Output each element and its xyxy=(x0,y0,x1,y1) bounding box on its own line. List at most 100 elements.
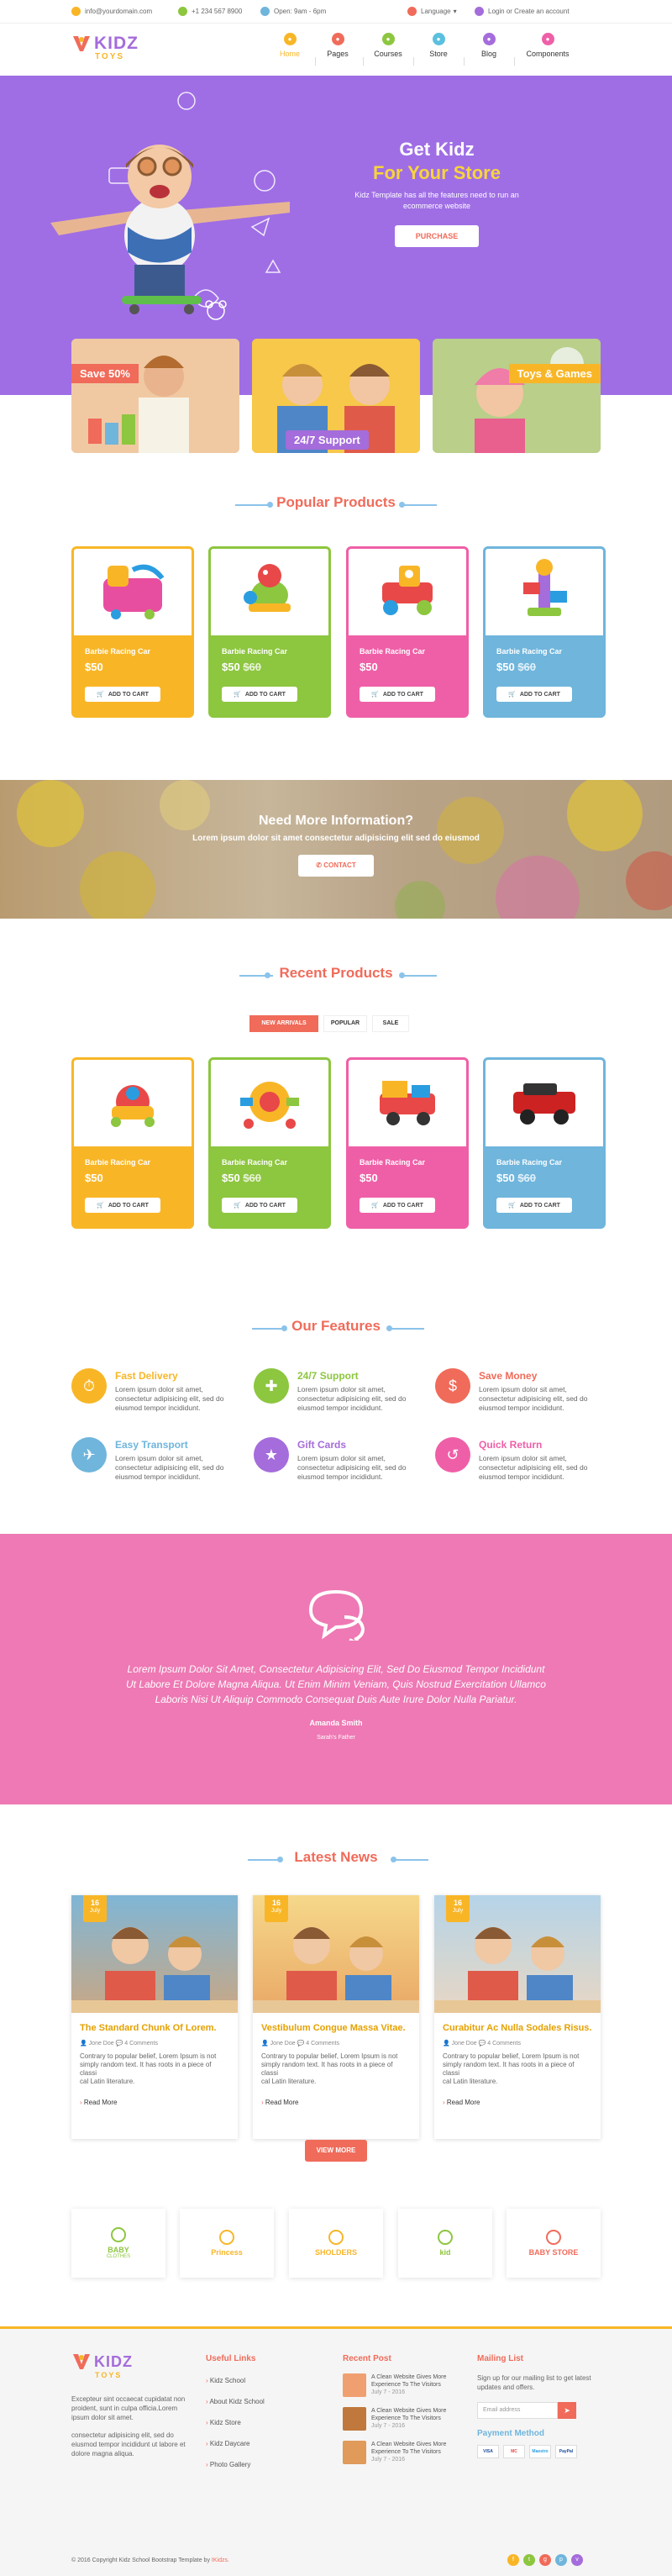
facebook-icon[interactable]: f xyxy=(507,2554,519,2566)
footer-link[interactable]: › Kidz Store xyxy=(206,2419,265,2426)
toy-illustration xyxy=(513,1083,575,1125)
product-card[interactable]: Barbie Racing Car $50 🛒 ADD TO CART xyxy=(346,1057,469,1229)
add-to-cart-button[interactable]: 🛒 ADD TO CART xyxy=(85,687,160,702)
feature-desc: Lorem ipsum dolor sit amet, consectetur a… xyxy=(479,1385,588,1412)
support-tag: 24/7 Support xyxy=(286,430,369,450)
add-to-cart-button[interactable]: 🛒 ADD TO CART xyxy=(496,1198,572,1213)
logo[interactable]: KIDZ TOYS xyxy=(71,34,139,61)
footer-link[interactable]: › About Kidz School xyxy=(206,2398,265,2405)
product-name[interactable]: Barbie Racing Car xyxy=(496,1158,592,1167)
product-image[interactable] xyxy=(349,1060,466,1146)
nav-blog[interactable]: ● Blog xyxy=(463,33,515,58)
read-more-link[interactable]: › Read More xyxy=(434,2099,601,2106)
contact-button[interactable]: ✆ CONTACT xyxy=(298,855,374,877)
twitter-icon[interactable]: t xyxy=(523,2554,535,2566)
purchase-button[interactable]: PURCHASE xyxy=(395,225,479,247)
nav-home[interactable]: ● Home xyxy=(264,33,316,58)
product-name[interactable]: Barbie Racing Car xyxy=(496,647,592,656)
email-input[interactable]: Email address xyxy=(477,2402,558,2419)
brand-logo[interactable]: SHOLDERS xyxy=(289,2209,383,2278)
product-name[interactable]: Barbie Racing Car xyxy=(85,647,181,656)
footer-link[interactable]: › Kidz Daycare xyxy=(206,2440,265,2447)
brand-logo[interactable]: BABY CLOTHES xyxy=(71,2209,165,2278)
vimeo-icon[interactable]: v xyxy=(571,2554,583,2566)
old-price: $60 xyxy=(517,661,537,673)
components-icon: ● xyxy=(541,33,554,45)
news-image[interactable]: 16 July xyxy=(434,1895,601,2013)
promo-save-card[interactable]: Save 50% xyxy=(71,339,239,453)
add-to-cart-button[interactable]: 🛒 ADD TO CART xyxy=(360,687,435,702)
product-image[interactable] xyxy=(74,1060,192,1146)
product-price: $50 xyxy=(360,661,378,673)
comment-icon: 💬 xyxy=(297,2041,307,2047)
feature-item: ✈ Easy Transport Lorem ipsum dolor sit ame… xyxy=(71,1437,233,1482)
blog-icon: ● xyxy=(482,33,496,45)
product-image[interactable] xyxy=(211,549,328,635)
recent-post[interactable]: A Clean Website Gives More Experience To … xyxy=(343,2441,469,2464)
feature-desc: Lorem ipsum dolor sit amet, consectetur a… xyxy=(297,1454,407,1481)
language-select[interactable]: Language ▾ xyxy=(407,7,457,16)
product-image[interactable] xyxy=(74,549,192,635)
product-name[interactable]: Barbie Racing Car xyxy=(85,1158,181,1167)
product-card[interactable]: Barbie Racing Car $50 $60 🛒 ADD TO CART xyxy=(483,1057,606,1229)
create-account-link[interactable]: Create an account xyxy=(514,8,569,15)
brand-logo[interactable]: kid xyxy=(398,2209,492,2278)
product-name[interactable]: Barbie Racing Car xyxy=(360,647,455,656)
news-image[interactable]: 16 July xyxy=(71,1895,238,2013)
footer-logo[interactable]: KIDZ TOYS xyxy=(71,2352,133,2379)
news-image[interactable]: 16 July xyxy=(253,1895,419,2013)
brand-link[interactable]: IKidzs. xyxy=(212,2558,229,2563)
promo-support-card[interactable]: 24/7 Support xyxy=(252,339,420,453)
brand-logo[interactable]: Princess xyxy=(180,2209,274,2278)
product-image[interactable] xyxy=(349,549,466,635)
product-name[interactable]: Barbie Racing Car xyxy=(360,1158,455,1167)
add-to-cart-button[interactable]: 🛒 ADD TO CART xyxy=(222,1198,297,1213)
product-image[interactable] xyxy=(486,549,603,635)
delivery-icon: ⏱ xyxy=(71,1368,107,1404)
product-image[interactable] xyxy=(211,1060,328,1146)
pinterest-icon[interactable]: p xyxy=(555,2554,567,2566)
add-to-cart-button[interactable]: 🛒 ADD TO CART xyxy=(360,1198,435,1213)
read-more-link[interactable]: › Read More xyxy=(71,2099,238,2106)
news-title[interactable]: Vestibulum Congue Massa Vitae. xyxy=(253,2023,419,2033)
product-name[interactable]: Barbie Racing Car xyxy=(222,1158,318,1167)
add-to-cart-button[interactable]: 🛒 ADD TO CART xyxy=(496,687,572,702)
old-price: $60 xyxy=(243,661,262,673)
news-title[interactable]: Curabitur Ac Nulla Sodales Risus. xyxy=(434,2023,601,2033)
product-card[interactable]: Barbie Racing Car $50 🛒 ADD TO CART xyxy=(71,1057,194,1229)
product-card[interactable]: Barbie Racing Car $50 🛒 ADD TO CART xyxy=(71,546,194,718)
product-card[interactable]: Barbie Racing Car $50 $60 🛒 ADD TO CART xyxy=(483,546,606,718)
brand-logo[interactable]: BABY STORE xyxy=(507,2209,601,2278)
add-to-cart-button[interactable]: 🛒 ADD TO CART xyxy=(222,687,297,702)
promo-toys-card[interactable]: Toys & Games xyxy=(433,339,601,453)
phone-info: +1 234 567 8900 xyxy=(178,7,242,16)
product-name[interactable]: Barbie Racing Car xyxy=(222,647,318,656)
nav-pages[interactable]: ● Pages xyxy=(312,33,364,58)
login-link[interactable]: Login xyxy=(488,8,505,15)
nav-store[interactable]: ● Store xyxy=(412,33,465,58)
tab-new-arrivals[interactable]: NEW ARRIVALS xyxy=(249,1015,318,1032)
footer-link[interactable]: › Kidz School xyxy=(206,2377,265,2384)
product-card[interactable]: Barbie Racing Car $50 $60 🛒 ADD TO CART xyxy=(208,546,331,718)
product-image[interactable] xyxy=(486,1060,603,1146)
add-to-cart-button[interactable]: 🛒 ADD TO CART xyxy=(85,1198,160,1213)
payment-icon: PayPal xyxy=(555,2445,577,2458)
nav-courses[interactable]: ● Courses xyxy=(362,33,414,58)
email-info[interactable]: info@yourdomain.com xyxy=(71,7,152,16)
google-plus-icon[interactable]: g xyxy=(539,2554,551,2566)
read-more-link[interactable]: › Read More xyxy=(253,2099,419,2106)
tab-sale[interactable]: SALE xyxy=(372,1015,409,1032)
product-card[interactable]: Barbie Racing Car $50 🛒 ADD TO CART xyxy=(346,546,469,718)
subscribe-button[interactable]: ➤ xyxy=(558,2402,576,2419)
footer-link[interactable]: › Photo Gallery xyxy=(206,2461,265,2468)
view-more-button[interactable]: VIEW MORE xyxy=(305,2140,367,2162)
recent-post[interactable]: A Clean Website Gives More Experience To … xyxy=(343,2373,469,2397)
nav-components[interactable]: ● Components xyxy=(522,33,574,58)
news-title[interactable]: The Standard Chunk Of Lorem. xyxy=(71,2023,238,2033)
phone-icon: ✆ xyxy=(316,861,322,869)
product-card[interactable]: Barbie Racing Car $50 $60 🛒 ADD TO CART xyxy=(208,1057,331,1229)
recent-post[interactable]: A Clean Website Gives More Experience To … xyxy=(343,2407,469,2431)
send-icon: ➤ xyxy=(564,2406,570,2415)
old-price: $60 xyxy=(243,1172,262,1184)
tab-popular[interactable]: POPULAR xyxy=(323,1015,367,1032)
